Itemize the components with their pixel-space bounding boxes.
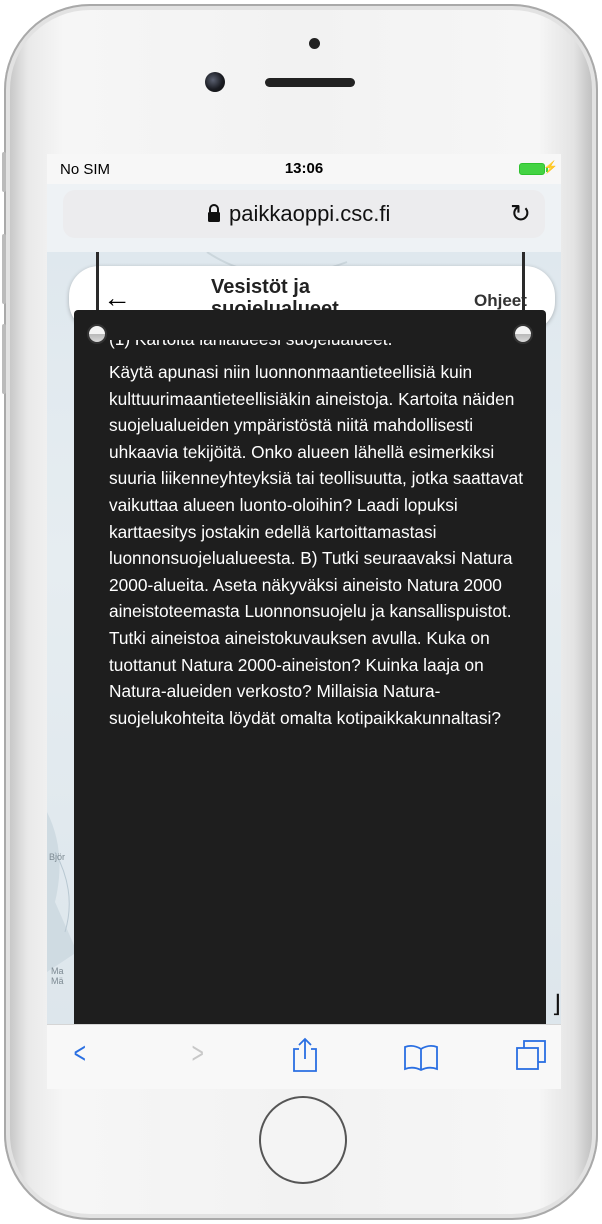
screen: No SIM 13:06 ⚡ paikkaoppi.csc.fi ↻ Björ … — [47, 154, 561, 1089]
phone-frame: No SIM 13:06 ⚡ paikkaoppi.csc.fi ↻ Björ … — [2, 4, 598, 1220]
reload-icon[interactable]: ↻ — [510, 199, 531, 229]
instructions-text-clipped: (1) Kartoita lähialueesi suojelualueet. — [109, 340, 539, 360]
address-bar[interactable]: paikkaoppi.csc.fi ↻ — [63, 190, 545, 238]
pin-left — [87, 324, 107, 344]
url-text: paikkaoppi.csc.fi — [229, 201, 391, 226]
clock: 13:06 — [284, 160, 324, 177]
forward-button[interactable]: > — [192, 1037, 204, 1071]
instructions-text: Käytä apunasi niin luonnonmaantieteellis… — [109, 362, 524, 728]
front-camera — [205, 72, 225, 92]
mute-switch — [2, 152, 6, 192]
lock-icon — [208, 204, 220, 222]
map-label: Björ — [49, 852, 66, 862]
back-button[interactable]: < — [74, 1037, 86, 1071]
earpiece-speaker — [265, 78, 355, 87]
volume-up-button — [2, 234, 6, 304]
charging-icon: ⚡ — [543, 160, 558, 174]
map-label: Ma — [51, 966, 64, 976]
tabs-icon[interactable] — [515, 1039, 547, 1071]
help-link[interactable]: Ohjeet — [474, 291, 527, 311]
battery-icon — [519, 163, 545, 175]
volume-down-button — [2, 324, 6, 394]
task-instructions-panel[interactable]: (1) Kartoita lähialueesi suojelualueet. … — [74, 310, 546, 1024]
proximity-sensor — [309, 38, 320, 49]
pin-right — [513, 324, 533, 344]
task-title-line: Vesistöt ja — [211, 276, 310, 298]
map-label: Mä — [51, 976, 64, 986]
map-edge-marker: ⌋ — [551, 991, 561, 1018]
home-button[interactable] — [259, 1096, 347, 1184]
share-icon[interactable] — [291, 1037, 319, 1073]
browser-toolbar: < > — [47, 1024, 561, 1089]
bookmarks-icon[interactable] — [403, 1043, 439, 1071]
status-bar: No SIM 13:06 ⚡ — [47, 154, 561, 184]
